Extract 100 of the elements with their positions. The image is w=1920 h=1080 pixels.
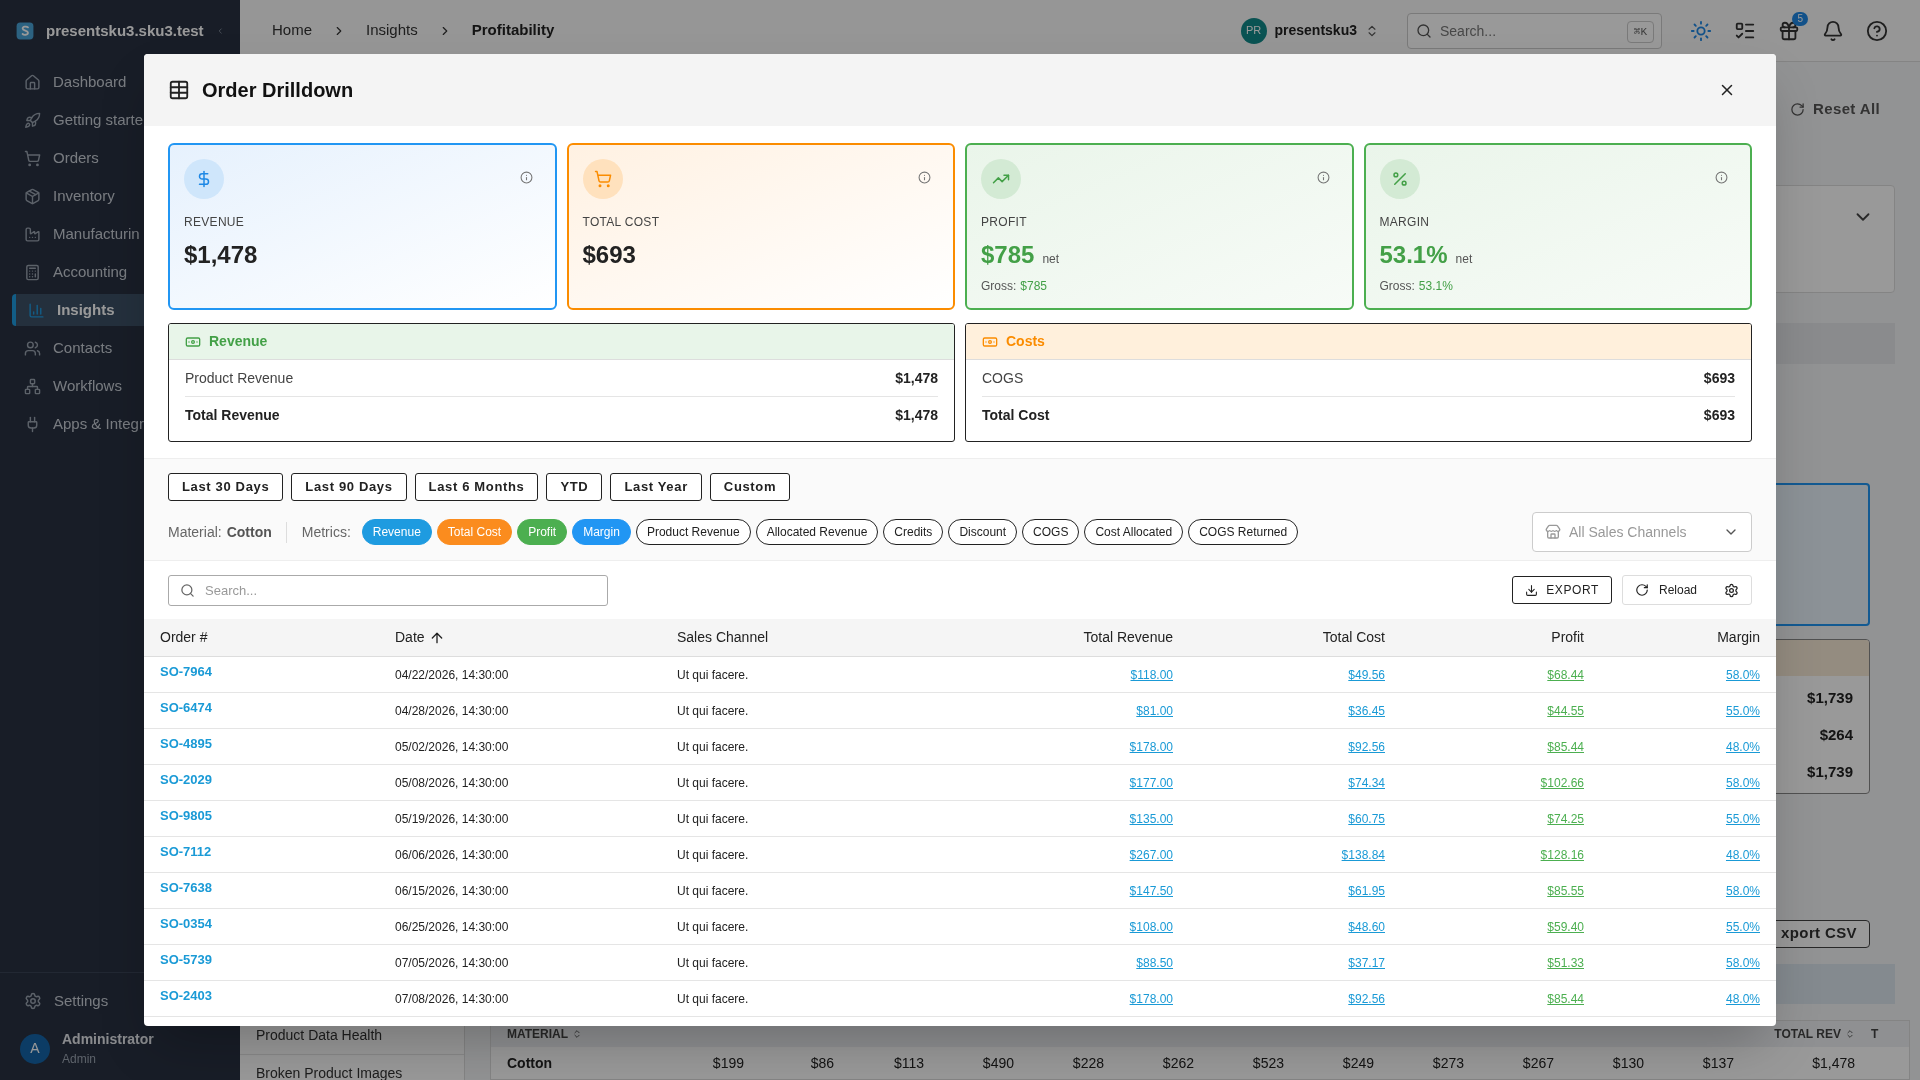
column-header[interactable]: Order #: [160, 627, 395, 648]
cost-link[interactable]: $74.34: [1348, 775, 1385, 790]
sales-channel-select[interactable]: All Sales Channels: [1532, 512, 1752, 552]
column-header[interactable]: MATERIAL: [491, 1025, 654, 1043]
profit-link[interactable]: $51.33: [1547, 955, 1584, 970]
column-header[interactable]: Profit: [1385, 627, 1584, 648]
gift-icon[interactable]: [1778, 19, 1800, 42]
info-icon[interactable]: [1316, 171, 1330, 184]
breadcrumb-link[interactable]: Insights: [366, 19, 418, 42]
cost-link[interactable]: $92.56: [1348, 739, 1385, 754]
date-range-button[interactable]: Last 6 Months: [414, 473, 539, 501]
margin-link[interactable]: 58.0%: [1725, 667, 1760, 682]
sub-navigation-item[interactable]: Broken Product Images: [256, 1063, 403, 1080]
sidebar-item[interactable]: Getting starte: [12, 104, 228, 136]
date-range-button[interactable]: YTD: [546, 473, 603, 501]
order-link[interactable]: SO-9805: [160, 805, 395, 826]
profit-link[interactable]: $85.44: [1547, 991, 1584, 1006]
help-icon[interactable]: [1866, 19, 1888, 42]
metric-chip[interactable]: COGS: [1022, 519, 1080, 545]
cost-link[interactable]: $49.56: [1348, 667, 1385, 682]
margin-link[interactable]: 58.0%: [1725, 883, 1760, 898]
breadcrumb-link[interactable]: Home: [272, 19, 312, 42]
profit-link[interactable]: $85.44: [1547, 739, 1584, 754]
profit-link[interactable]: $59.40: [1547, 919, 1584, 934]
order-link[interactable]: SO-2403: [160, 985, 395, 1006]
sidebar-item[interactable]: Orders: [12, 142, 228, 174]
order-link[interactable]: SO-7112: [160, 841, 395, 862]
revenue-link[interactable]: $88.50: [1136, 955, 1173, 970]
revenue-link[interactable]: $135.00: [1129, 811, 1173, 826]
margin-link[interactable]: 48.0%: [1725, 847, 1760, 862]
sidebar-item[interactable]: Inventory: [12, 180, 228, 212]
revenue-link[interactable]: $177.00: [1129, 775, 1173, 790]
cost-link[interactable]: $37.17: [1348, 955, 1385, 970]
column-header[interactable]: Sales Channel: [677, 627, 973, 648]
metric-chip[interactable]: Revenue: [361, 519, 432, 545]
info-icon[interactable]: [1715, 171, 1728, 184]
cost-link[interactable]: $92.56: [1348, 991, 1385, 1006]
date-range-button[interactable]: Custom: [709, 473, 791, 501]
margin-link[interactable]: 55.0%: [1725, 811, 1760, 826]
account-name[interactable]: presentsku3: [1274, 20, 1357, 41]
revenue-link[interactable]: $178.00: [1129, 739, 1173, 754]
cost-link[interactable]: $61.95: [1348, 883, 1385, 898]
metric-chip[interactable]: Profit: [517, 519, 568, 545]
revenue-link[interactable]: $267.00: [1129, 847, 1173, 862]
order-link[interactable]: SO-0354: [160, 913, 395, 934]
column-header[interactable]: Total Revenue: [973, 627, 1173, 648]
reload-icon[interactable]: [1635, 583, 1649, 597]
profit-link[interactable]: $85.55: [1547, 883, 1584, 898]
reload-button[interactable]: Reload: [1659, 581, 1698, 599]
sun-icon[interactable]: [1690, 19, 1712, 42]
order-link[interactable]: SO-7964: [160, 661, 395, 682]
column-header[interactable]: Total Cost: [1173, 627, 1385, 648]
order-link[interactable]: SO-6474: [160, 697, 395, 718]
sub-navigation-item[interactable]: Product Data Health: [256, 1025, 383, 1046]
export-button[interactable]: EXPORT: [1512, 576, 1612, 604]
revenue-link[interactable]: $147.50: [1129, 883, 1173, 898]
date-range-button[interactable]: Last Year: [610, 473, 702, 501]
profit-link[interactable]: $128.16: [1540, 847, 1584, 862]
revenue-link[interactable]: $178.00: [1129, 991, 1173, 1006]
metric-chip[interactable]: Allocated Revenue: [755, 519, 879, 545]
info-icon[interactable]: [918, 171, 931, 184]
order-link[interactable]: SO-4895: [160, 733, 395, 754]
metric-chip[interactable]: Discount: [948, 519, 1018, 545]
margin-link[interactable]: 58.0%: [1725, 955, 1760, 970]
revenue-link[interactable]: $108.00: [1129, 919, 1173, 934]
breadcrumb-link[interactable]: Profitability: [471, 19, 555, 42]
column-header[interactable]: TOTAL REV: [1734, 1025, 1855, 1043]
column-header[interactable]: T: [1855, 1025, 1909, 1043]
revenue-link[interactable]: $81.00: [1136, 703, 1173, 718]
cost-link[interactable]: $48.60: [1348, 919, 1385, 934]
cost-link[interactable]: $36.45: [1348, 703, 1385, 718]
profit-link[interactable]: $102.66: [1540, 775, 1584, 790]
search-field[interactable]: Search...: [168, 574, 608, 606]
column-header[interactable]: Margin: [1584, 627, 1760, 648]
profit-link[interactable]: $68.44: [1547, 667, 1584, 682]
revenue-link[interactable]: $118.00: [1130, 667, 1173, 682]
metric-chip[interactable]: Total Cost: [436, 519, 513, 545]
bell-icon[interactable]: [1822, 19, 1844, 42]
order-link[interactable]: SO-7638: [160, 877, 395, 898]
info-icon[interactable]: [519, 171, 533, 184]
margin-link[interactable]: 55.0%: [1725, 703, 1760, 718]
margin-link[interactable]: 48.0%: [1725, 739, 1760, 754]
cost-link[interactable]: $60.75: [1348, 811, 1385, 826]
order-link[interactable]: SO-5739: [160, 949, 395, 970]
metric-chip[interactable]: Credits: [883, 519, 944, 545]
order-link[interactable]: SO-2029: [160, 769, 395, 790]
date-range-button[interactable]: Last 30 Days: [168, 473, 284, 501]
column-header[interactable]: Date: [395, 627, 677, 648]
reset-all-button[interactable]: Reset All: [1790, 98, 1880, 121]
date-range-button[interactable]: Last 90 Days: [291, 473, 407, 501]
metric-chip[interactable]: Cost Allocated: [1084, 519, 1184, 545]
cost-link[interactable]: $138.84: [1341, 847, 1385, 862]
profit-link[interactable]: $44.55: [1547, 703, 1584, 718]
margin-link[interactable]: 48.0%: [1725, 991, 1760, 1006]
metric-chip[interactable]: Product Revenue: [635, 519, 751, 545]
margin-link[interactable]: 58.0%: [1725, 775, 1760, 790]
metric-chip[interactable]: Margin: [572, 519, 631, 545]
profit-link[interactable]: $74.25: [1547, 811, 1584, 826]
settings-icon[interactable]: [1724, 582, 1739, 598]
metric-chip[interactable]: COGS Returned: [1188, 519, 1299, 545]
